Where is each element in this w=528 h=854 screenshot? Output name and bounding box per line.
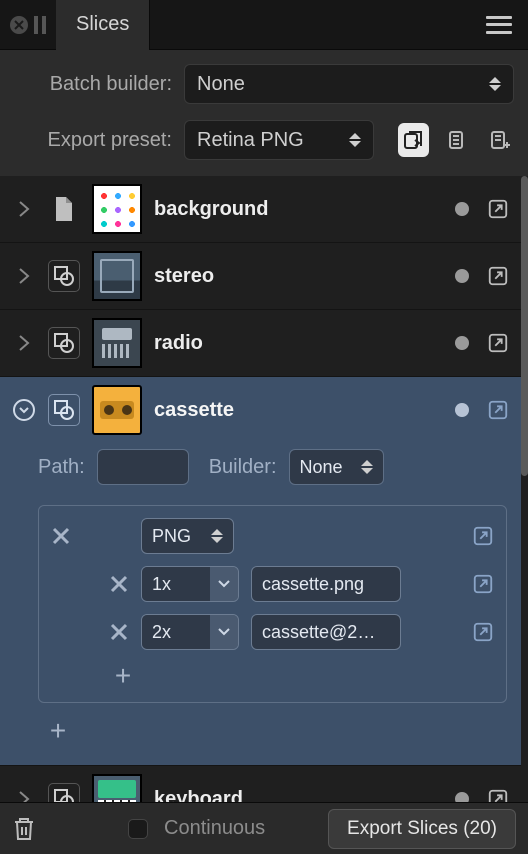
- export-slices-label: Export Slices (20): [347, 818, 497, 840]
- shape-icon: [48, 260, 80, 292]
- disclosure-button[interactable]: [12, 331, 36, 355]
- scale-value: 2x: [152, 622, 171, 643]
- filename-field[interactable]: cassette@2…: [251, 614, 401, 650]
- bottom-bar: Continuous Export Slices (20): [0, 802, 528, 854]
- path-label: Path:: [38, 456, 85, 479]
- slice-row[interactable]: radio: [0, 310, 521, 377]
- tab-bar: Slices: [0, 0, 528, 50]
- variant-export-button[interactable]: [472, 573, 494, 595]
- export-preset-label: Export preset:: [14, 129, 172, 152]
- builder-label: Builder:: [209, 456, 277, 479]
- variant-export-button[interactable]: [472, 621, 494, 643]
- export-slices-button[interactable]: Export Slices (20): [328, 809, 516, 849]
- remove-variant-button[interactable]: [109, 574, 129, 594]
- preset-copy-button[interactable]: [441, 123, 472, 157]
- continuous-checkbox[interactable]: [128, 819, 148, 839]
- preset-add-button[interactable]: [483, 123, 514, 157]
- page-icon: [48, 193, 80, 225]
- scale-select[interactable]: 2x: [141, 614, 239, 650]
- builder-value: None: [300, 457, 343, 478]
- preset-apply-button[interactable]: [398, 123, 429, 157]
- slice-row[interactable]: background: [0, 176, 521, 243]
- tab-slices[interactable]: Slices: [56, 0, 150, 50]
- slice-row-selected[interactable]: cassette: [0, 377, 521, 443]
- path-input[interactable]: [97, 449, 189, 485]
- disclosure-button[interactable]: [12, 264, 36, 288]
- slice-thumbnail: [92, 385, 142, 435]
- close-panel-button[interactable]: [10, 16, 28, 34]
- slice-thumbnail: [92, 774, 142, 802]
- add-format-button[interactable]: +: [44, 717, 72, 745]
- stepper-icon: [489, 77, 501, 91]
- file-format-select[interactable]: PNG: [141, 518, 234, 554]
- slice-row[interactable]: keyboard: [0, 766, 521, 802]
- remove-format-button[interactable]: [51, 526, 71, 546]
- format-export-button[interactable]: [472, 525, 494, 547]
- visibility-toggle[interactable]: [455, 792, 469, 802]
- visibility-toggle[interactable]: [455, 336, 469, 350]
- disclosure-button[interactable]: [12, 787, 36, 802]
- visibility-toggle[interactable]: [455, 403, 469, 417]
- batch-builder-label: Batch builder:: [14, 73, 172, 96]
- chevron-down-icon: [210, 567, 238, 601]
- stepper-icon: [361, 460, 373, 474]
- add-variant-button[interactable]: +: [109, 662, 137, 690]
- continuous-label: Continuous: [164, 817, 265, 840]
- slice-name: stereo: [154, 265, 214, 288]
- disclosure-button[interactable]: [12, 197, 36, 221]
- quick-export-button[interactable]: [487, 332, 509, 354]
- variant-row: 1x cassette.png: [51, 566, 494, 602]
- scale-select[interactable]: 1x: [141, 566, 239, 602]
- slice-name: radio: [154, 332, 203, 355]
- format-block: PNG 1x cassette.png: [38, 505, 507, 703]
- shape-icon: [48, 783, 80, 802]
- scrollbar-track[interactable]: [521, 176, 528, 802]
- slice-row[interactable]: stereo: [0, 243, 521, 310]
- quick-export-button[interactable]: [487, 399, 509, 421]
- stepper-icon: [349, 133, 361, 147]
- slice-thumbnail: [92, 251, 142, 301]
- visibility-toggle[interactable]: [455, 269, 469, 283]
- shape-icon: [48, 327, 80, 359]
- filename-field[interactable]: cassette.png: [251, 566, 401, 602]
- batch-builder-value: None: [197, 73, 245, 96]
- disclosure-button[interactable]: [12, 398, 36, 422]
- stepper-icon: [211, 529, 223, 543]
- export-preset-select[interactable]: Retina PNG: [184, 120, 374, 160]
- filename-value: cassette.png: [262, 574, 364, 595]
- filename-value: cassette@2…: [262, 622, 375, 643]
- slice-thumbnail: [92, 318, 142, 368]
- file-format-value: PNG: [152, 526, 191, 547]
- variant-row: 2x cassette@2…: [51, 614, 494, 650]
- delete-slice-button[interactable]: [12, 816, 36, 842]
- slice-list: background stereo: [0, 176, 521, 802]
- shape-icon: [48, 394, 80, 426]
- scale-value: 1x: [152, 574, 171, 595]
- chevron-down-icon: [210, 615, 238, 649]
- remove-variant-button[interactable]: [109, 622, 129, 642]
- quick-export-button[interactable]: [487, 788, 509, 802]
- builder-select[interactable]: None: [289, 449, 384, 485]
- tab-label: Slices: [76, 13, 129, 36]
- quick-export-button[interactable]: [487, 198, 509, 220]
- visibility-toggle[interactable]: [455, 202, 469, 216]
- export-preset-value: Retina PNG: [197, 129, 304, 152]
- slice-name: cassette: [154, 399, 234, 422]
- batch-builder-select[interactable]: None: [184, 64, 514, 104]
- quick-export-button[interactable]: [487, 265, 509, 287]
- dock-handle-icon[interactable]: [34, 16, 46, 34]
- panel-menu-button[interactable]: [486, 16, 512, 34]
- slice-thumbnail: [92, 184, 142, 234]
- export-controls: Batch builder: None Export preset: Retin…: [0, 50, 528, 176]
- slice-name: keyboard: [154, 788, 243, 803]
- slice-name: background: [154, 198, 268, 221]
- slice-expanded-settings: Path: Builder: None PNG: [0, 443, 521, 766]
- scrollbar-thumb[interactable]: [521, 176, 528, 476]
